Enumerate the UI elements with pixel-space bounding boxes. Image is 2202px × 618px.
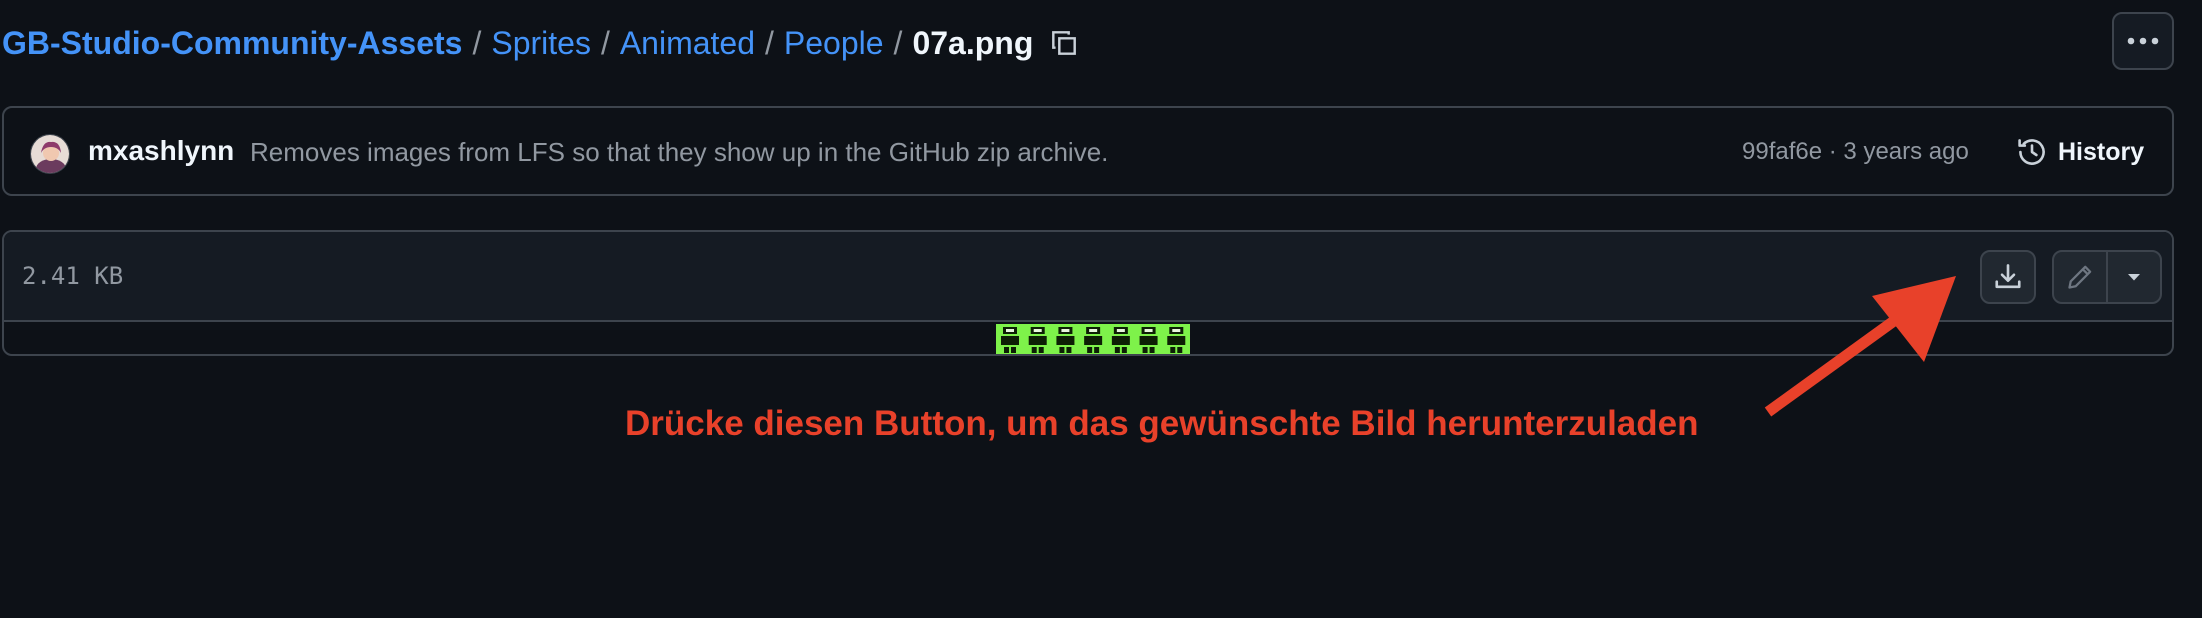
image-preview — [996, 324, 1190, 354]
avatar[interactable] — [30, 134, 70, 174]
file-view-page: GB-Studio-Community-Assets / Sprites / A… — [0, 0, 2202, 618]
breadcrumb-link-people[interactable]: People — [784, 25, 884, 62]
copy-icon — [1052, 31, 1077, 55]
edit-options-dropdown[interactable] — [2108, 252, 2160, 302]
edit-file-button[interactable] — [2054, 252, 2108, 302]
file-size: 2.41 KB — [22, 262, 124, 290]
commit-author-link[interactable]: mxashlynn — [88, 135, 234, 167]
breadcrumb-separator: / — [893, 24, 903, 61]
history-label: History — [2058, 137, 2145, 166]
download-icon — [1995, 264, 2021, 289]
breadcrumb-link-animated[interactable]: Animated — [620, 25, 755, 62]
sprite-frame — [1084, 327, 1103, 353]
sprite-frame — [1001, 327, 1019, 353]
avatar-image — [31, 135, 69, 173]
kebab-horizontal-icon — [2127, 37, 2159, 45]
commit-meta-separator: · — [1828, 138, 1837, 165]
breadcrumb-current-file: 07a.png — [912, 24, 1034, 61]
sprite-frame — [1028, 327, 1047, 353]
pencil-icon — [2068, 265, 2092, 289]
copy-path-button[interactable] — [1047, 26, 1081, 60]
breadcrumb: GB-Studio-Community-Assets / Sprites / A… — [2, 18, 1081, 68]
breadcrumb-separator: / — [472, 24, 482, 61]
commit-sha-link[interactable]: 99faf6e — [1742, 138, 1822, 165]
more-options-button[interactable] — [2112, 12, 2174, 70]
history-icon — [2018, 139, 2045, 165]
breadcrumb-repo-link[interactable]: GB-Studio-Community-Assets — [2, 25, 462, 62]
breadcrumb-link-sprites[interactable]: Sprites — [491, 25, 591, 62]
breadcrumb-separator: / — [765, 24, 774, 61]
sprite-sheet-image — [1001, 327, 1186, 353]
sprite-frame — [1167, 327, 1186, 353]
commit-message-link[interactable]: Removes images from LFS so that they sho… — [250, 137, 1108, 168]
annotation-arrow-icon — [1764, 276, 1956, 417]
commit-meta: 99faf6e · 3 years ago — [1742, 138, 1969, 166]
triangle-down-icon — [2128, 274, 2140, 281]
sprite-frame — [1056, 327, 1075, 353]
edit-button-group — [2052, 250, 2162, 304]
sprite-frame — [1111, 327, 1130, 353]
commit-time: 3 years ago — [1843, 138, 1969, 165]
annotation-text: Drücke diesen Button, um das gewünschte … — [625, 404, 1699, 443]
history-button[interactable]: History — [2016, 130, 2144, 174]
download-raw-button[interactable] — [1980, 250, 2036, 304]
sprite-frame — [1139, 327, 1158, 353]
latest-commit-box: mxashlynn Removes images from LFS so tha… — [2, 106, 2174, 196]
breadcrumb-separator: / — [600, 24, 610, 61]
